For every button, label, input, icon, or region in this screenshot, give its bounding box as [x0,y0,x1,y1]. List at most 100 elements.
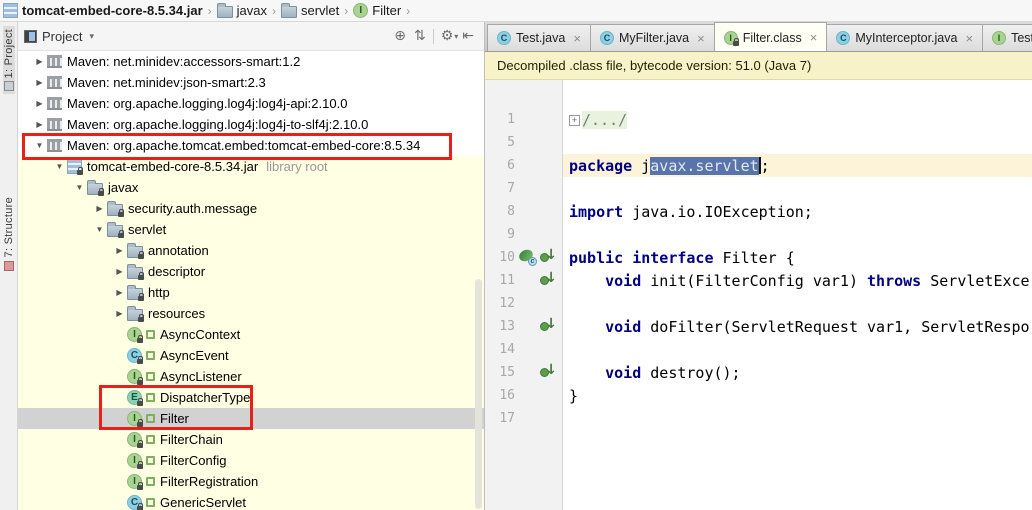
tree-row[interactable]: ▶ descriptor [18,261,484,282]
lock-icon [118,230,124,238]
tree-row[interactable]: C AsyncEvent [18,345,484,366]
package-folder-icon [127,243,144,259]
code-line[interactable]: 13 ↓ void doFilter(ServletRequest var1, S… [485,315,1032,338]
code-line[interactable]: 5 [485,131,1032,154]
tree-row[interactable]: I Filter [18,408,484,429]
close-icon[interactable]: × [573,32,581,45]
code-line[interactable]: 9 [485,223,1032,246]
stripe-tab-structure[interactable]: 7: Structure [3,194,15,273]
code-line[interactable]: 15 ↓ void destroy(); [485,361,1032,384]
tree-scrollbar[interactable] [475,279,482,509]
is-implemented-icon[interactable]: ↓ [540,270,557,289]
tree-row[interactable]: ▶ Maven: org.apache.logging.log4j:log4j-a… [18,93,484,114]
has-implementations-icon[interactable]: c [517,248,537,266]
tree-item-label: Maven: net.minidev:json-smart:2.3 [67,75,266,90]
tree-expand-arrow[interactable]: ▼ [52,162,67,171]
tree-row[interactable]: I AsyncContext [18,324,484,345]
editor-tab-test-java[interactable]: C Test.java × [487,24,591,51]
editor-tab-tests[interactable]: I TestS [982,24,1032,51]
hide-panel-icon[interactable]: ⇤ [458,28,478,44]
tree-row[interactable]: ▶ Maven: net.minidev:json-smart:2.3 [18,72,484,93]
breadcrumb-item[interactable]: javax [216,3,267,18]
code-line[interactable]: 12 [485,292,1032,315]
tree-expand-arrow[interactable]: ▶ [32,99,47,108]
code-line[interactable]: 6 package javax.servlet; [485,154,1032,177]
tree-expand-arrow[interactable]: ▶ [92,204,107,213]
tree-item-label: Filter [160,411,189,426]
code-line[interactable]: 7 [485,177,1032,200]
tree-item-label: resources [148,306,206,321]
code-line[interactable]: 11 ↓ void init(FilterConfig var1) throws … [485,269,1032,292]
editor-tab-myfilter-java[interactable]: C MyFilter.java × [589,24,715,51]
tree-row[interactable]: ▼ servlet [18,219,484,240]
tree-expand-arrow[interactable]: ▶ [32,120,47,129]
chevron-down-icon[interactable]: ▾ [89,31,94,42]
breadcrumb-item[interactable]: I Filter [353,3,401,18]
close-icon[interactable]: × [965,32,973,45]
interface-icon: I [127,327,143,343]
tree-row[interactable]: ▶ annotation [18,240,484,261]
tree-row[interactable]: ▶ Maven: org.apache.logging.log4j:log4j-t… [18,114,484,135]
structure-tool-icon [3,260,14,271]
code-line[interactable]: 14 [485,338,1032,361]
line-number: 17 [499,411,515,426]
tree-expand-arrow[interactable]: ▶ [112,288,127,297]
collapse-all-icon[interactable]: ⇅ [410,28,430,44]
lock-icon [77,167,83,175]
editor-tab-myinterceptor-java[interactable]: C MyInterceptor.java × [826,24,984,51]
close-icon[interactable]: × [697,32,705,45]
is-implemented-icon[interactable]: ↓ [540,362,557,381]
tree-expand-arrow[interactable]: ▶ [112,267,127,276]
fold-expand-icon[interactable]: + [569,114,580,126]
code-line[interactable]: 17 [485,407,1032,430]
tree-expand-arrow[interactable]: ▼ [72,183,87,192]
gutter-icons: ↓ [515,362,562,381]
tree-row[interactable]: ▼ Maven: org.apache.tomcat.embed:tomcat-e… [18,135,484,156]
editor-tab-filter-class[interactable]: I Filter.class × [713,22,828,51]
breadcrumb-separator: › [406,3,411,18]
stripe-tab-project[interactable]: 1: Project [2,26,15,95]
tree-row[interactable]: I FilterConfig [18,450,484,471]
source-marker-icon [146,351,155,360]
tree-row[interactable]: ▶ security.auth.message [18,198,484,219]
is-implemented-icon[interactable]: ↓ [540,316,557,335]
code-line[interactable]: 1 +/.../ [485,108,1032,131]
code-line[interactable]: 16} [485,384,1032,407]
line-number: 8 [507,204,515,219]
close-icon[interactable]: × [810,31,818,44]
breadcrumb-item[interactable]: servlet [280,3,339,18]
project-panel-title[interactable]: Project [42,29,82,44]
tree-row[interactable]: ▶ Maven: net.minidev:accessors-smart:1.2 [18,51,484,72]
tree-row[interactable]: ▶ resources [18,303,484,324]
tree-expand-arrow[interactable]: ▼ [32,141,47,150]
line-number: 16 [499,388,515,403]
package-folder-icon [216,3,233,18]
interface-icon: I [992,31,1007,45]
tree-row[interactable]: E DispatcherType [18,387,484,408]
tree-item-label: AsyncListener [160,369,242,384]
tree-row[interactable]: I AsyncListener [18,366,484,387]
tree-row[interactable]: ▶ http [18,282,484,303]
tree-row[interactable]: I FilterRegistration [18,471,484,492]
tree-item-label: AsyncEvent [160,348,229,363]
lock-icon [137,398,143,406]
tree-row[interactable]: C GenericServlet [18,492,484,510]
tree-expand-arrow[interactable]: ▶ [112,246,127,255]
tree-expand-arrow[interactable]: ▶ [112,309,127,318]
breadcrumb: tomcat-embed-core-8.5.34.jar › javax › servl… [0,0,1032,22]
code-editor[interactable]: 1 +/.../ 5 6 package javax.servlet; 7 8 import … [485,80,1032,510]
tree-expand-arrow[interactable]: ▶ [32,57,47,66]
tree-row[interactable]: ▼ javax [18,177,484,198]
tree-expand-arrow[interactable]: ▼ [92,225,107,234]
breadcrumb-item[interactable]: tomcat-embed-core-8.5.34.jar [3,3,203,18]
editor-tab-label: Test.java [516,31,566,45]
code-line[interactable]: 10 c ↓ public interface Filter { [485,246,1032,269]
lock-icon [118,209,124,217]
locate-icon[interactable]: ⊕ [390,28,410,44]
tree-expand-arrow[interactable]: ▶ [32,78,47,87]
code-line[interactable]: 8 import java.io.IOException; [485,200,1032,223]
tree-row[interactable]: I FilterChain [18,429,484,450]
tree-row[interactable]: ▼ tomcat-embed-core-8.5.34.jar library roo… [18,156,484,177]
is-implemented-icon[interactable]: ↓ [540,247,557,266]
jar-icon [67,159,83,175]
